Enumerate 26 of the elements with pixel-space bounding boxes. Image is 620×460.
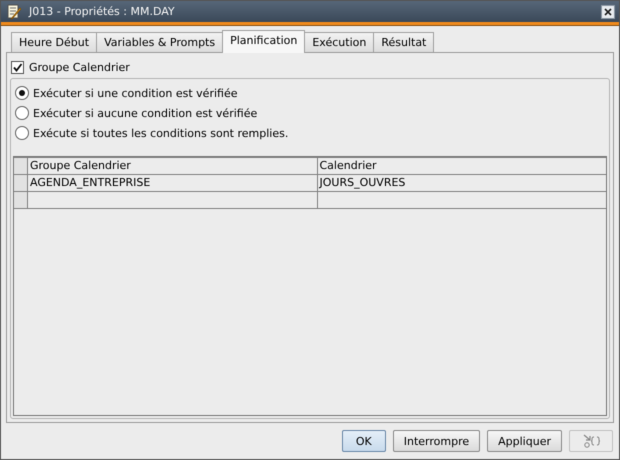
radio-button[interactable] [15,86,29,100]
dialog-button[interactable]: Interrompre [392,430,480,452]
column-header[interactable]: Calendrier [318,158,606,174]
code-icon [581,433,601,449]
checkbox-label: Groupe Calendrier [29,60,130,74]
row-header[interactable] [14,192,28,208]
tab[interactable]: Planification [222,30,306,53]
column-header[interactable]: Groupe Calendrier [28,158,318,174]
dialog-button[interactable]: OK [342,430,386,452]
window-title: J013 - Propriétés : MM.DAY [29,5,176,18]
checkbox[interactable] [11,60,24,74]
radio-button[interactable] [15,106,29,120]
table-cell: AGENDA_ENTREPRISE [28,175,318,191]
table-cell-text: JOURS_OUVRES [318,175,406,191]
dialog-button[interactable]: Appliquer [487,430,562,452]
tab[interactable]: Exécution [304,32,374,52]
radio-label: Exécuter si aucune condition est vérifiée [33,106,258,120]
radio-label: Exécute si toutes les conditions sont remplies. [33,126,288,140]
row-header[interactable] [14,175,28,191]
close-icon[interactable] [601,4,615,18]
radio-button[interactable] [15,126,29,140]
document-pencil-icon [7,4,21,20]
tab[interactable]: Variables & Prompts [96,32,224,52]
radio-label: Exécuter si une condition est vérifiée [33,86,238,100]
tab[interactable]: Heure Début [11,32,98,52]
tab[interactable]: Résultat [373,32,434,52]
